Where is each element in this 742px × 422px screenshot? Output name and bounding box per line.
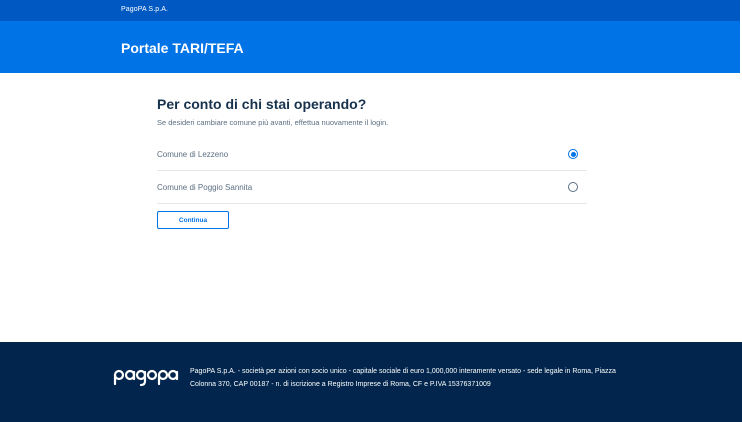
municipality-radio-group: Comune di Lezzeno Comune di Poggio Sanni… <box>157 138 587 204</box>
pagopa-logo-icon <box>113 369 179 387</box>
continue-button[interactable]: Continua <box>157 211 229 229</box>
option-poggio-sannita[interactable]: Comune di Poggio Sannita <box>157 171 587 204</box>
footer-legal-text: PagoPA S.p.A. - società per azioni con s… <box>190 368 616 388</box>
main-content: Per conto di chi stai operando? Se desid… <box>157 96 587 229</box>
portal-title: Portale TARI/TEFA <box>121 40 244 56</box>
top-bar: PagoPA S.p.A. <box>0 0 742 21</box>
option-label: Comune di Poggio Sannita <box>157 182 253 192</box>
page-subtitle: Se desideri cambiare comune più avanti, … <box>157 118 389 127</box>
radio-dot <box>570 151 576 157</box>
company-link[interactable]: PagoPA S.p.A. <box>121 6 168 13</box>
radio-selected-icon[interactable] <box>568 149 578 159</box>
page-title: Per conto di chi stai operando? <box>157 96 367 112</box>
option-lezzeno[interactable]: Comune di Lezzeno <box>157 138 587 171</box>
page-footer: PagoPA S.p.A. - società per azioni con s… <box>0 342 742 422</box>
page-header: Portale TARI/TEFA <box>0 21 742 73</box>
option-label: Comune di Lezzeno <box>157 149 229 159</box>
radio-unselected-icon[interactable] <box>568 182 578 192</box>
